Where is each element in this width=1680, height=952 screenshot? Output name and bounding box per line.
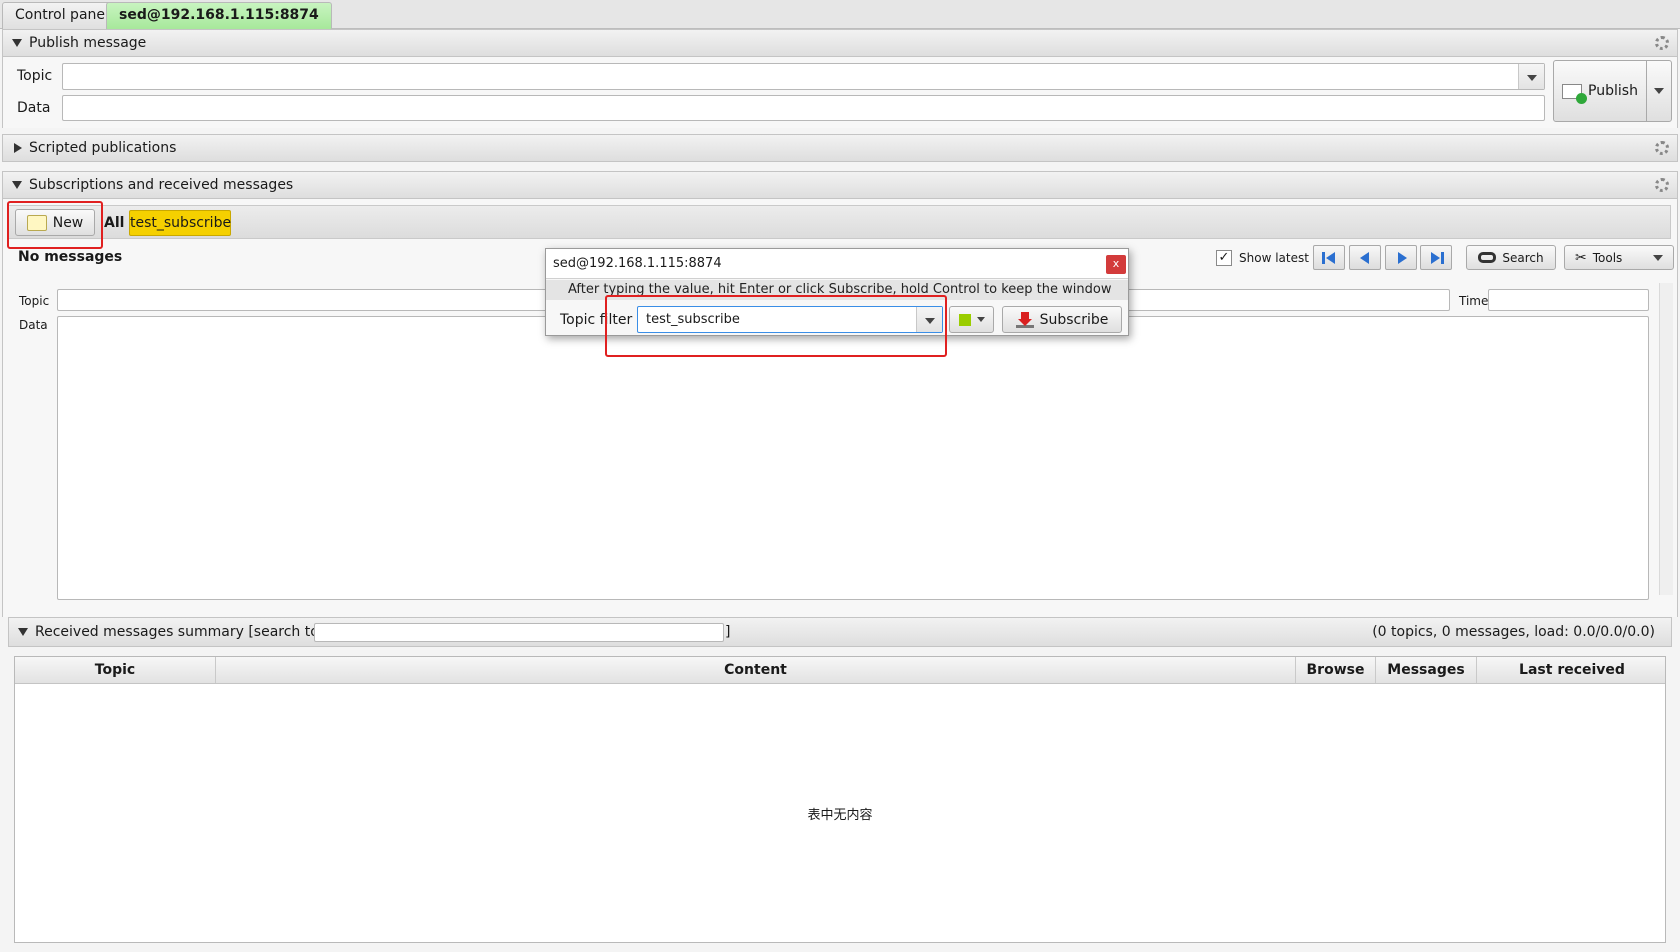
color-picker-button[interactable] — [949, 306, 994, 333]
expand-triangle-icon — [14, 143, 22, 153]
summary-table-header: Topic Content Browse Messages Last recei… — [15, 657, 1665, 684]
summary-header-suffix: ] — [725, 624, 731, 640]
close-icon[interactable]: x — [1106, 255, 1126, 274]
subscription-tab-row — [7, 205, 1671, 239]
empty-table-placeholder: 表中无内容 — [807, 808, 873, 823]
gear-icon[interactable] — [1655, 141, 1669, 155]
publish-pane-title: Publish message — [29, 35, 147, 51]
tab-control-panel[interactable]: Control panel — [2, 2, 122, 29]
next-message-button[interactable] — [1385, 245, 1417, 270]
publish-data-input[interactable] — [62, 95, 1545, 121]
tools-icon: ✂ — [1575, 249, 1587, 266]
publish-options-button[interactable] — [1646, 60, 1672, 122]
publish-data-label: Data — [17, 100, 51, 116]
chevron-down-icon — [976, 317, 985, 322]
download-icon — [1015, 311, 1034, 328]
message-time-label: Time — [1459, 294, 1489, 308]
first-message-button[interactable] — [1313, 245, 1345, 270]
scripted-pane-header[interactable]: Scripted publications — [2, 134, 1678, 162]
publish-button[interactable]: Publish — [1553, 60, 1647, 122]
column-header-last-received[interactable]: Last received — [1477, 657, 1667, 683]
gear-icon[interactable] — [1655, 36, 1669, 50]
gear-icon[interactable] — [1655, 178, 1669, 192]
connection-tab-bar: Control panel sed@192.168.1.115:8874 — [0, 0, 1680, 29]
arrow-right-icon — [1431, 252, 1440, 264]
publish-pane-body: Topic Data Publish — [2, 57, 1678, 128]
arrow-left-icon — [1360, 252, 1369, 264]
column-header-content[interactable]: Content — [216, 657, 1296, 683]
popup-title-bar: sed@192.168.1.115:8874 x — [546, 249, 1128, 279]
previous-message-button[interactable] — [1349, 245, 1381, 270]
publish-topic-input[interactable] — [62, 63, 1545, 90]
search-button[interactable]: Search — [1466, 245, 1556, 270]
summary-pane-header[interactable]: Received messages summary [search topics… — [8, 617, 1672, 647]
summary-table: Topic Content Browse Messages Last recei… — [14, 656, 1666, 943]
skip-last-icon — [1441, 252, 1444, 264]
summary-stats: (0 topics, 0 messages, load: 0.0/0.0/0.0… — [1372, 624, 1655, 640]
arrow-left-icon — [1326, 252, 1335, 264]
popup-title: sed@192.168.1.115:8874 — [553, 256, 722, 271]
message-data-area[interactable] — [57, 316, 1649, 600]
mail-send-icon — [1562, 83, 1588, 104]
column-header-messages[interactable]: Messages — [1376, 657, 1477, 683]
message-time-field[interactable] — [1488, 289, 1649, 311]
subscription-tab-test-subscribe[interactable]: test_subscribe — [129, 210, 231, 236]
scripted-pane-title: Scripted publications — [29, 140, 177, 156]
tools-button[interactable]: ✂ Tools — [1564, 245, 1674, 270]
message-data-label: Data — [19, 318, 48, 332]
show-latest-label: Show latest — [1239, 251, 1309, 265]
no-messages-label: No messages — [18, 249, 123, 265]
collapse-triangle-icon — [18, 628, 28, 636]
show-latest-checkbox[interactable]: ✓ — [1216, 250, 1232, 266]
subscription-tab-all[interactable]: All — [104, 215, 124, 231]
summary-search-input[interactable] — [314, 623, 724, 642]
collapse-triangle-icon — [12, 181, 22, 189]
highlight-box-new — [7, 201, 103, 249]
summary-header-prefix: Received messages summary [search topics… — [35, 624, 352, 640]
publish-topic-label: Topic — [17, 68, 53, 84]
column-header-topic[interactable]: Topic — [15, 657, 216, 683]
publish-pane-header[interactable]: Publish message — [2, 29, 1678, 57]
subscribe-button[interactable]: Subscribe — [1002, 306, 1122, 333]
subscriptions-pane-title: Subscriptions and received messages — [29, 177, 294, 193]
collapse-triangle-icon — [12, 39, 22, 47]
last-message-button[interactable] — [1420, 245, 1452, 270]
message-topic-label: Topic — [19, 294, 50, 308]
message-scrollbar[interactable] — [1659, 283, 1673, 595]
color-swatch-icon — [958, 313, 971, 326]
subscriptions-pane-header[interactable]: Subscriptions and received messages — [2, 171, 1678, 199]
skip-first-icon — [1322, 252, 1325, 264]
chevron-down-icon — [1654, 88, 1664, 94]
highlight-box-topic-filter — [605, 295, 947, 357]
column-header-browse[interactable]: Browse — [1296, 657, 1376, 683]
chevron-down-icon — [1653, 255, 1663, 261]
binoculars-icon — [1478, 252, 1497, 263]
arrow-right-icon — [1398, 252, 1407, 264]
chevron-down-icon[interactable] — [1518, 64, 1544, 89]
tab-connection[interactable]: sed@192.168.1.115:8874 — [106, 2, 332, 29]
